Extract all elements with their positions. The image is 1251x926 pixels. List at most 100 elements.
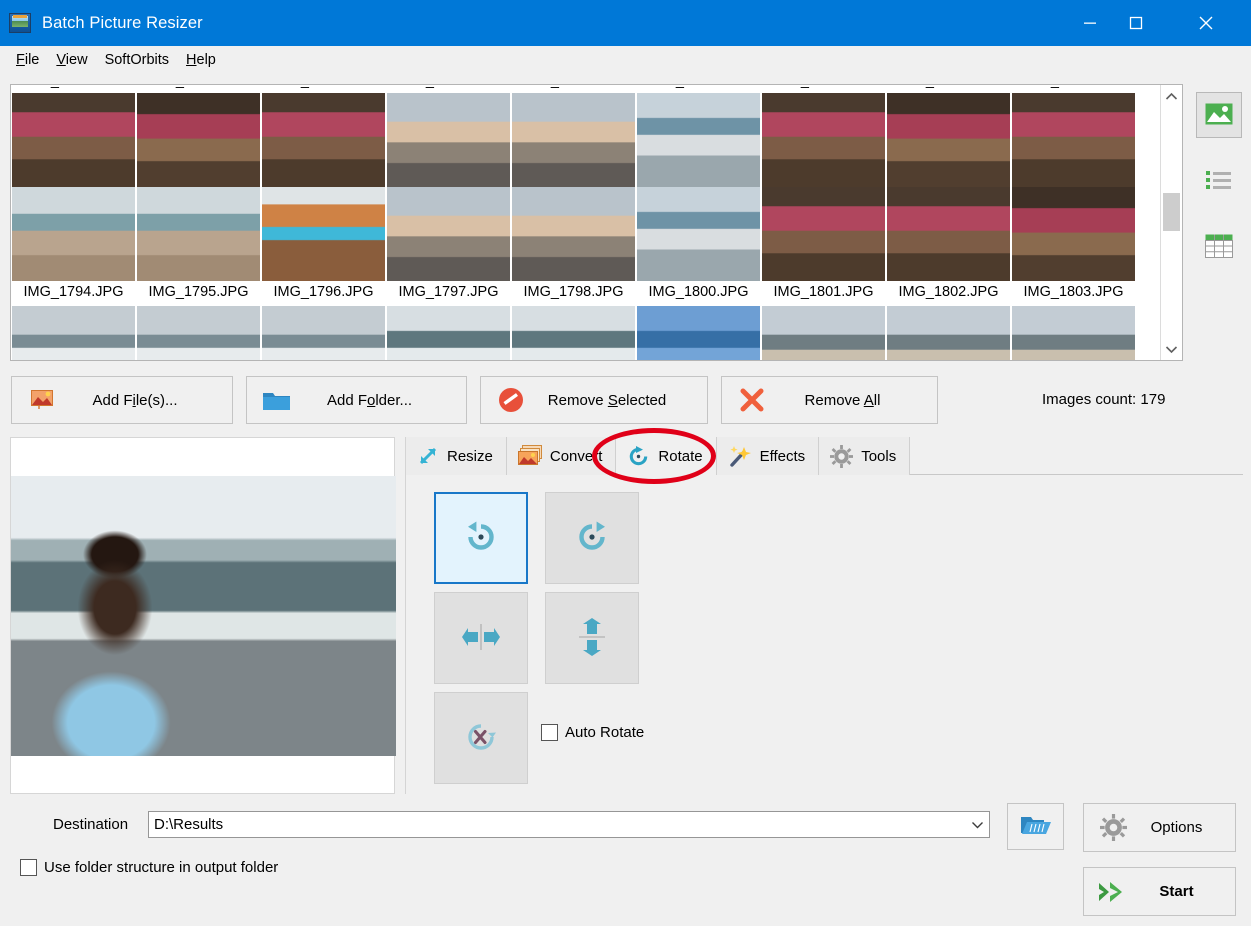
list-item[interactable]: IMG_1822.JPG — [886, 306, 1011, 360]
flip-vertical-button[interactable] — [545, 592, 639, 684]
window-title: Batch Picture Resizer — [42, 13, 203, 32]
tab-effects[interactable]: Effects — [716, 437, 820, 475]
list-item[interactable]: IMG_1807.JPG — [11, 306, 136, 360]
menu-view[interactable]: View — [48, 49, 96, 71]
thumbnail-image[interactable] — [887, 187, 1010, 281]
chevron-down-icon[interactable] — [965, 821, 989, 829]
list-item[interactable]: IMG_1797.JPG — [386, 187, 511, 306]
scrollbar-thumb[interactable] — [1163, 193, 1180, 231]
list-item[interactable]: IMG_1796.JPG — [261, 187, 386, 306]
list-item[interactable] — [386, 93, 511, 187]
thumbnail-image[interactable] — [262, 306, 385, 360]
list-item[interactable] — [136, 93, 261, 187]
details-view-button[interactable] — [1196, 224, 1242, 270]
use-folder-structure-box[interactable] — [20, 859, 37, 876]
thumbnail-image[interactable] — [387, 306, 510, 360]
list-item[interactable] — [1011, 93, 1136, 187]
rotate-left-button[interactable] — [434, 492, 528, 584]
thumbnail-image[interactable] — [637, 187, 760, 281]
file-list-panel[interactable]: IMG_1784.JPGIMG_1785.JPGIMG_1787.JPGIMG_… — [10, 84, 1183, 361]
no-rotation-button[interactable] — [434, 692, 528, 784]
thumbnail-image[interactable] — [12, 93, 135, 187]
list-item[interactable] — [11, 93, 136, 187]
thumbnail-image[interactable] — [887, 306, 1010, 360]
use-folder-structure-checkbox[interactable]: Use folder structure in output folder — [20, 859, 278, 876]
thumbnail-image[interactable] — [262, 93, 385, 187]
list-item[interactable]: IMG_1808.JPG — [136, 306, 261, 360]
auto-rotate-box[interactable] — [541, 724, 558, 741]
remove-all-button[interactable]: Remove All — [721, 376, 938, 424]
list-item[interactable]: IMG_1803.JPG — [1011, 187, 1136, 306]
list-item[interactable]: IMG_1795.JPG — [136, 187, 261, 306]
remove-selected-button[interactable]: Remove Selected — [480, 376, 708, 424]
close-button[interactable] — [1183, 0, 1229, 46]
thumbnail-image[interactable] — [137, 93, 260, 187]
thumbnail-image[interactable] — [762, 306, 885, 360]
thumbnail-image[interactable] — [1012, 93, 1135, 187]
thumbnail-image[interactable] — [137, 306, 260, 360]
auto-rotate-checkbox[interactable]: Auto Rotate — [541, 724, 644, 741]
clipped-thumbnail-label: IMG_1790.JPG — [636, 85, 761, 89]
menu-view-rest: iew — [65, 52, 88, 68]
rotate-right-button[interactable] — [545, 492, 639, 584]
destination-value[interactable]: D:\Results — [149, 816, 965, 833]
flip-horizontal-button[interactable] — [434, 592, 528, 684]
destination-combobox[interactable]: D:\Results — [148, 811, 990, 838]
list-item[interactable]: IMG_1801.JPG — [761, 187, 886, 306]
thumbnail-image[interactable] — [12, 187, 135, 281]
menu-help[interactable]: Help — [178, 49, 225, 71]
list-item[interactable] — [511, 93, 636, 187]
list-item[interactable]: IMG_1794.JPG — [11, 187, 136, 306]
gear-icon — [1090, 814, 1136, 841]
browse-destination-button[interactable] — [1007, 803, 1064, 850]
list-item[interactable] — [761, 93, 886, 187]
list-item[interactable]: IMG_1821.JPG — [761, 306, 886, 360]
start-button[interactable]: Start — [1083, 867, 1236, 916]
add-files-button[interactable]: Add File(s)... — [11, 376, 233, 424]
thumbnails-view-button[interactable] — [1196, 92, 1242, 138]
scroll-up-icon[interactable] — [1161, 85, 1182, 107]
file-list-scrollbar[interactable] — [1160, 85, 1182, 360]
thumbnail-image[interactable] — [387, 187, 510, 281]
tab-convert[interactable]: Convert — [506, 437, 617, 475]
thumbnail-image[interactable] — [387, 93, 510, 187]
thumbnail-image[interactable] — [762, 187, 885, 281]
list-item[interactable] — [886, 93, 1011, 187]
menu-file[interactable]: File — [8, 49, 48, 71]
minimize-button[interactable] — [1067, 0, 1113, 46]
options-button[interactable]: Options — [1083, 803, 1236, 852]
thumbnail-image[interactable] — [762, 93, 885, 187]
list-item[interactable]: IMG_1816.JPG — [386, 306, 511, 360]
menu-softorbits[interactable]: SoftOrbits — [97, 49, 178, 71]
add-folder-button[interactable]: Add Folder... — [246, 376, 467, 424]
list-item[interactable]: IMG_1798.JPG — [511, 187, 636, 306]
list-item[interactable]: IMG_1818.JPG — [511, 306, 636, 360]
tab-rotate[interactable]: Rotate — [616, 437, 717, 475]
thumbnail-image[interactable] — [262, 187, 385, 281]
list-icon — [1205, 169, 1233, 194]
list-item[interactable]: IMG_1809.JPG — [261, 306, 386, 360]
maximize-button[interactable] — [1113, 0, 1159, 46]
thumbnail-image[interactable] — [512, 306, 635, 360]
tab-resize[interactable]: Resize — [406, 437, 507, 475]
image-preview-panel[interactable] — [10, 437, 396, 794]
tab-effects-label: Effects — [759, 447, 806, 465]
thumbnail-image[interactable] — [637, 93, 760, 187]
thumbnail-image[interactable] — [512, 93, 635, 187]
thumbnail-image[interactable] — [637, 306, 760, 360]
list-view-button[interactable] — [1196, 158, 1242, 204]
thumbnail-image[interactable] — [887, 93, 1010, 187]
list-item[interactable]: IMG_1826.JPG — [1011, 306, 1136, 360]
thumbnail-image[interactable] — [12, 306, 135, 360]
thumbnail-image[interactable] — [1012, 306, 1135, 360]
list-item[interactable] — [261, 93, 386, 187]
scroll-down-icon[interactable] — [1161, 338, 1182, 360]
list-item[interactable]: IMG_1800.JPG — [636, 187, 761, 306]
tab-tools[interactable]: Tools — [819, 437, 911, 475]
thumbnail-image[interactable] — [1012, 187, 1135, 281]
thumbnail-image[interactable] — [137, 187, 260, 281]
list-item[interactable]: IMG_1802.JPG — [886, 187, 1011, 306]
list-item[interactable]: IMG_1819.JPG — [636, 306, 761, 360]
thumbnail-image[interactable] — [512, 187, 635, 281]
list-item[interactable] — [636, 93, 761, 187]
